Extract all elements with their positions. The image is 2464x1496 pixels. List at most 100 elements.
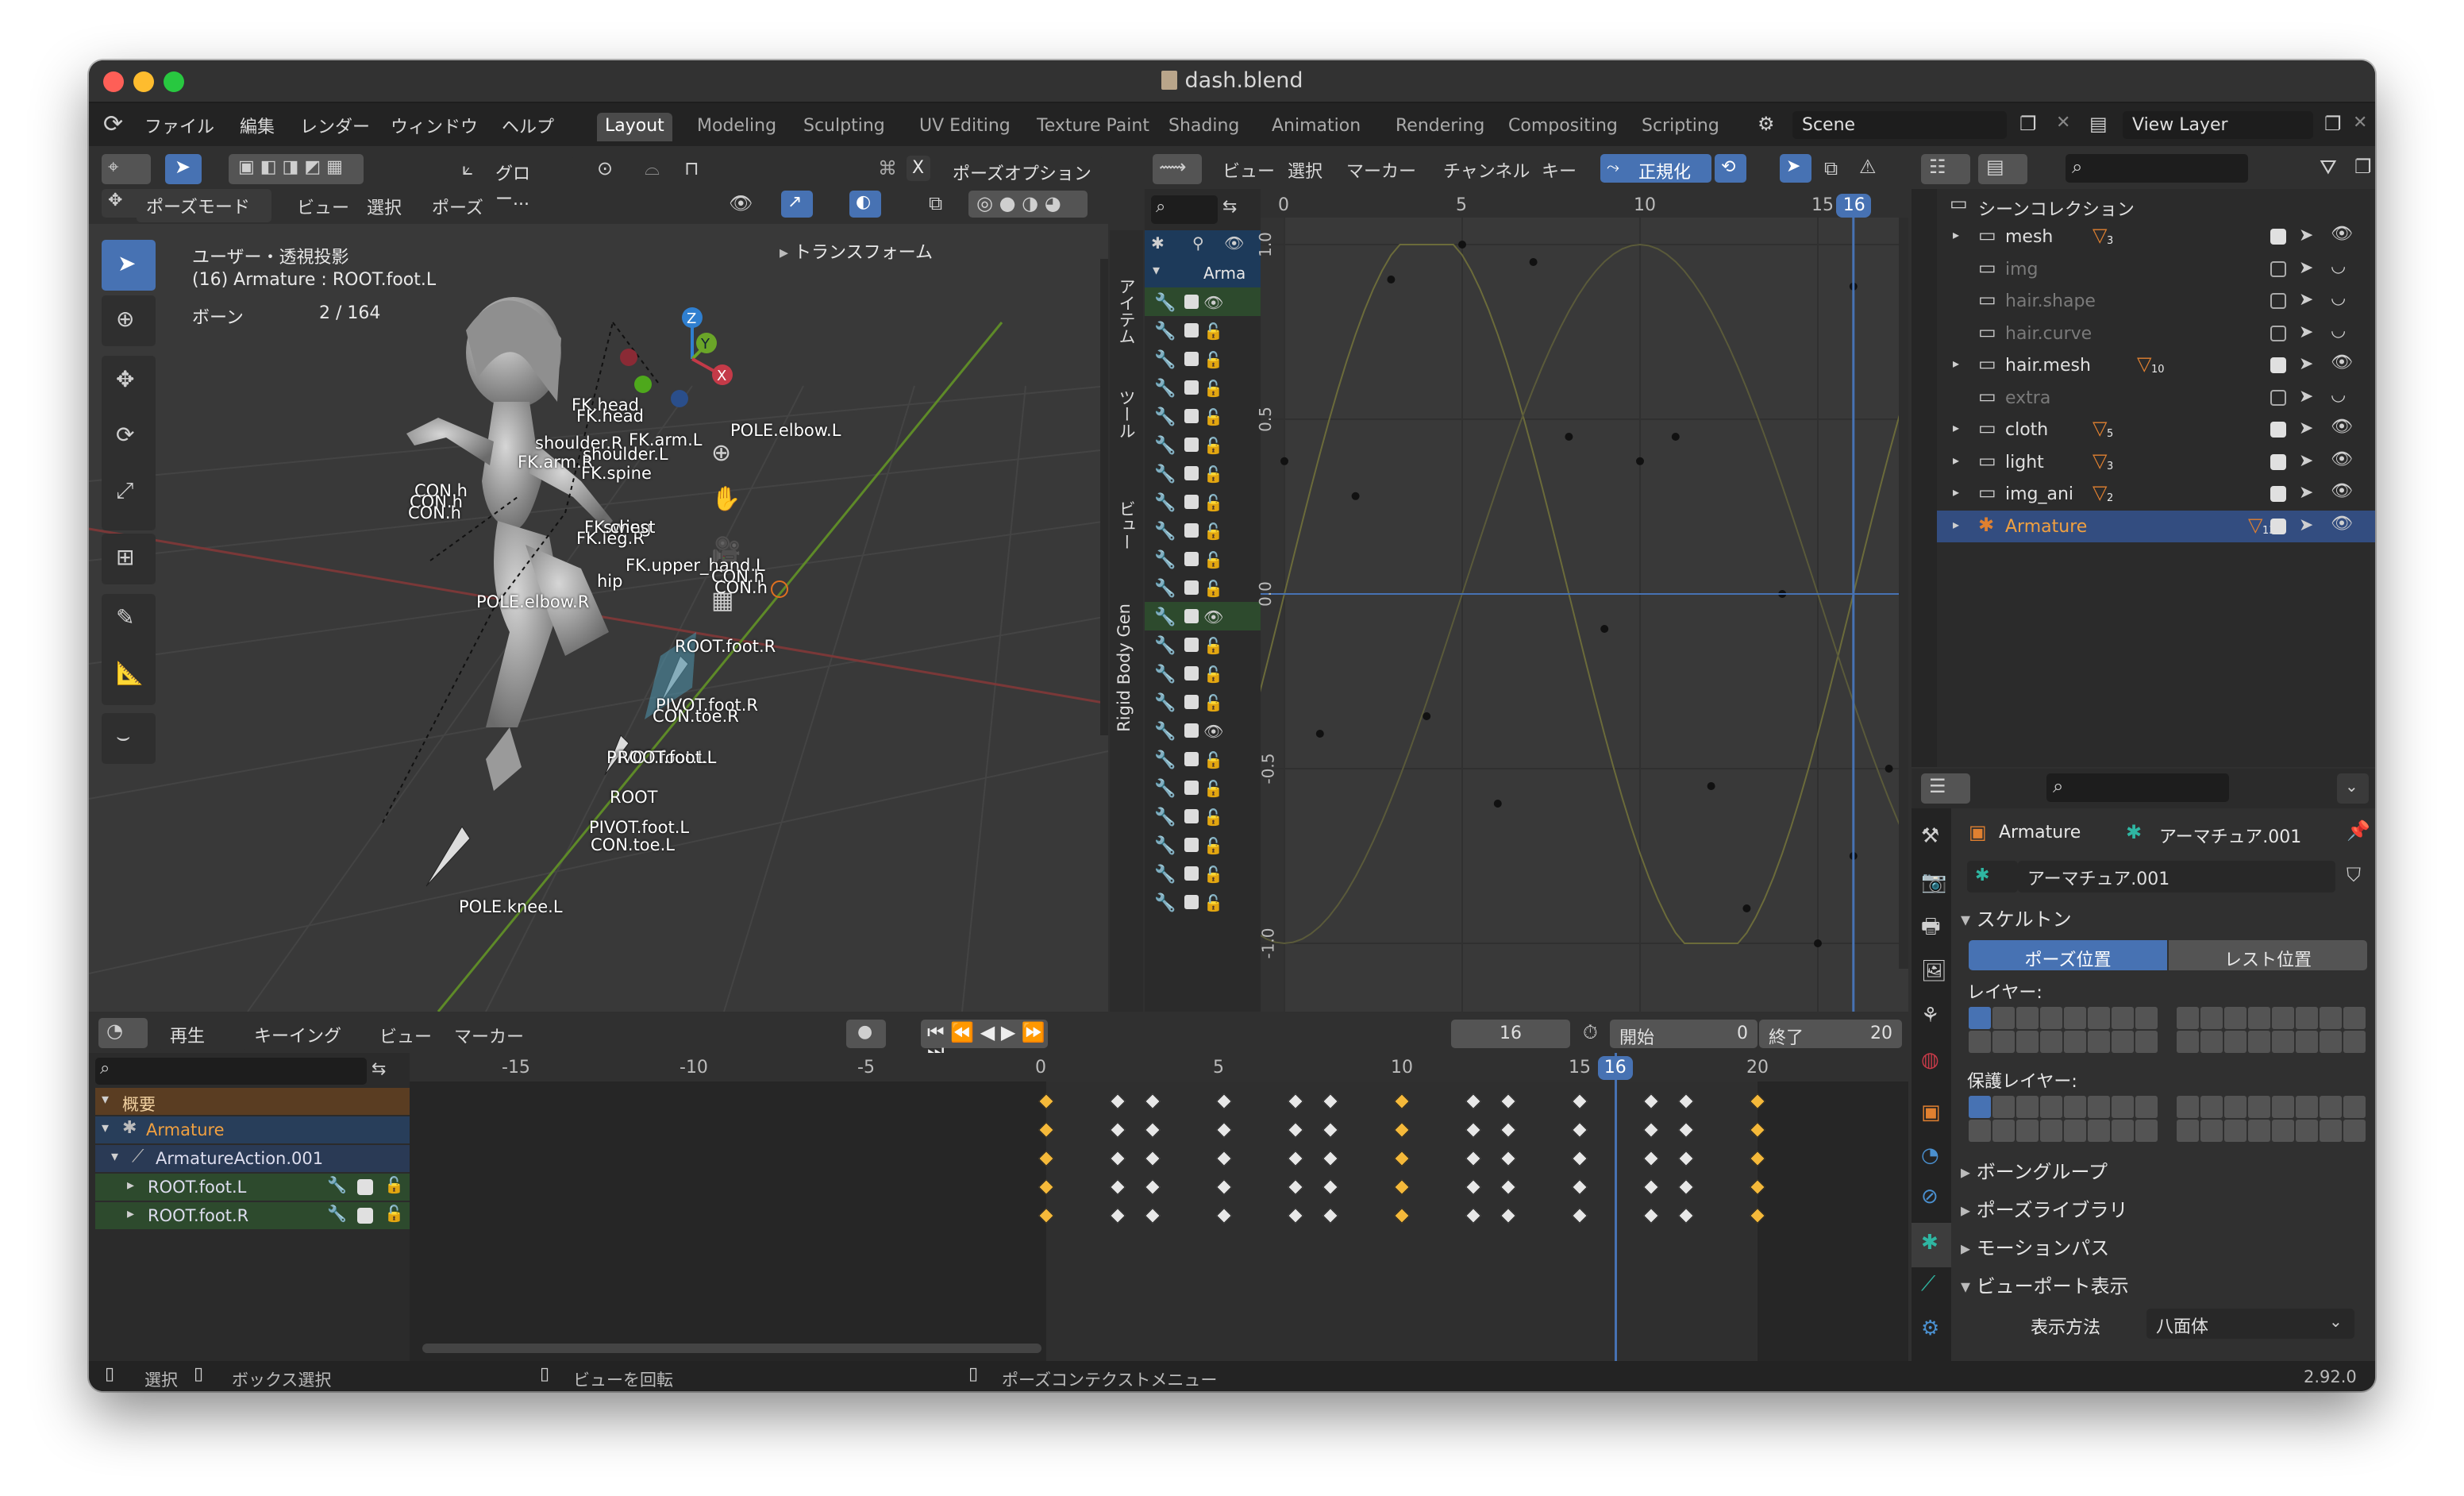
eye-icon[interactable]: 👁: [2331, 226, 2353, 243]
lock-icon[interactable]: 🔓: [1203, 522, 1223, 541]
dope-current-frame-badge[interactable]: 16: [1597, 1056, 1633, 1080]
layer-cell[interactable]: [1969, 1031, 1991, 1053]
exclude-checkbox[interactable]: [2270, 229, 2286, 245]
channel-checkbox[interactable]: [1184, 295, 1199, 309]
outliner-row[interactable]: ▭ hair.shape ➤ ◡: [1912, 285, 2375, 317]
bone-label[interactable]: ROOT.foot.L: [618, 748, 716, 767]
timeline-menu-marker[interactable]: マーカー: [454, 1023, 524, 1048]
bone-label[interactable]: CON.h: [408, 503, 461, 522]
bone-label[interactable]: CON.toe.R: [653, 707, 739, 726]
lock-icon[interactable]: 🔓: [384, 1177, 404, 1193]
layer-cell[interactable]: [2296, 1031, 2318, 1053]
layer-cell[interactable]: [2088, 1007, 2110, 1029]
curve-keyframe[interactable]: [1707, 782, 1715, 790]
exclude-checkbox[interactable]: [2270, 357, 2286, 373]
lock-icon[interactable]: 🔓: [1203, 579, 1223, 598]
selectable-arrow-icon[interactable]: ➤: [2299, 516, 2313, 534]
pin-icon[interactable]: 📌: [2347, 821, 2370, 840]
expand-arrow-icon[interactable]: ▸: [1953, 518, 1959, 531]
channel-checkbox[interactable]: [1184, 838, 1199, 852]
keyframe[interactable]: [1500, 1122, 1517, 1138]
layer-cell[interactable]: [2088, 1096, 2110, 1118]
layer-cell[interactable]: [2272, 1007, 2294, 1029]
filter-icon[interactable]: ⛛: [2320, 157, 2337, 178]
expand-arrow-icon[interactable]: ▸: [1953, 422, 1959, 434]
graph-channel-search[interactable]: ⌕: [1151, 195, 1218, 224]
rest-position-button[interactable]: レスト位置: [2169, 940, 2367, 970]
dope-channel-group[interactable]: ▸ ROOT.foot.L 🔧 🔓: [95, 1174, 410, 1201]
modifier-tab-icon[interactable]: ◔: [1921, 1145, 1939, 1166]
channel-checkbox[interactable]: [1184, 723, 1199, 738]
layer-cell[interactable]: [2272, 1120, 2294, 1142]
layer-cell[interactable]: [1992, 1007, 2015, 1029]
layer-cell[interactable]: [2200, 1120, 2223, 1142]
selectable-arrow-icon[interactable]: ➤: [2299, 356, 2313, 373]
layer-cell[interactable]: [2064, 1120, 2086, 1142]
channel-checkbox[interactable]: [357, 1179, 373, 1195]
channel-checkbox[interactable]: [1184, 866, 1199, 881]
curve-keyframe[interactable]: [1636, 457, 1644, 465]
channel-checkbox[interactable]: [1184, 323, 1199, 337]
normalize-toggle[interactable]: ⤳ 正規化: [1600, 154, 1711, 183]
layer-cell[interactable]: [2112, 1120, 2134, 1142]
view-layer-field[interactable]: View Layer: [2123, 111, 2313, 139]
bone-label[interactable]: POLE.elbow.R: [476, 592, 589, 611]
bone-label[interactable]: FK.arm.L: [629, 430, 703, 449]
dope-key-area[interactable]: -15 -10 -5 0 5 10 15 20 16: [410, 1053, 1908, 1361]
keyframe[interactable]: [1500, 1179, 1517, 1195]
keyframe[interactable]: [1322, 1151, 1339, 1166]
bone-label[interactable]: hip: [597, 572, 622, 591]
exclude-checkbox[interactable]: [2270, 486, 2286, 502]
selectable-arrow-icon[interactable]: ➤: [2299, 259, 2313, 277]
expand-arrow-icon[interactable]: ▸: [1953, 453, 1959, 467]
armature-data-tab[interactable]: ✱: [1912, 1223, 1951, 1267]
keyframe[interactable]: [1145, 1122, 1161, 1138]
preview-range-icon[interactable]: ⏱: [1583, 1023, 1598, 1042]
tab-rendering[interactable]: Rendering: [1388, 113, 1492, 141]
curve-keyframe[interactable]: [1565, 433, 1573, 441]
layer-cell[interactable]: [2112, 1007, 2134, 1029]
bone-label[interactable]: POLE.knee.L: [459, 897, 563, 916]
viewport-display-panel[interactable]: ▾ ビューポート表示: [1961, 1270, 2129, 1298]
tab-layout[interactable]: Layout: [597, 113, 672, 141]
layer-cell[interactable]: [2320, 1007, 2342, 1029]
graph-curve-area[interactable]: [1261, 189, 1899, 1012]
lock-icon[interactable]: 🔓: [1203, 893, 1223, 912]
layer-cell[interactable]: [2177, 1120, 2199, 1142]
eye-icon[interactable]: ◡: [2331, 257, 2346, 276]
layer-cell[interactable]: [2112, 1096, 2134, 1118]
keyframe[interactable]: [1322, 1208, 1339, 1224]
properties-editor[interactable]: ☰ ⌕ ⌄ ⚒ 📷 🖶 🖼 ⚘ ◍ ▣ ◔ ⊘ ✱ ⟋ ⚙ ▣ Armature…: [1912, 769, 2375, 1361]
playback-menu[interactable]: 再生: [160, 1018, 240, 1051]
layer-cell[interactable]: [2200, 1007, 2223, 1029]
keyframe[interactable]: [1394, 1179, 1410, 1195]
curve-keyframe[interactable]: [1493, 800, 1502, 808]
curve-keyframe[interactable]: [1529, 258, 1538, 266]
constraint-tab-icon[interactable]: ⊘: [1921, 1186, 1938, 1207]
lock-icon[interactable]: 🔓: [1203, 779, 1223, 798]
pin-icon[interactable]: ⚲: [1192, 235, 1204, 251]
display-mode[interactable]: ▤: [1978, 154, 2027, 184]
curve-keyframe[interactable]: [1742, 904, 1751, 912]
tab-view[interactable]: ビュー: [1115, 500, 1138, 550]
current-frame-field[interactable]: 16: [1451, 1020, 1570, 1048]
outliner-row[interactable]: ▸ ▭ hair.mesh ▽ 10 ➤ 👁: [1912, 349, 2375, 381]
keyframe[interactable]: [1322, 1179, 1339, 1195]
outliner-row[interactable]: ▸ ✱ Armature ▽ 13 ➤ 👁: [1912, 510, 2375, 542]
scene-field[interactable]: Scene: [1792, 111, 2007, 139]
keyframe[interactable]: [1465, 1151, 1481, 1166]
view-layer-tab-icon[interactable]: 🖼: [1921, 961, 1947, 981]
graph-channel-armature[interactable]: ▾ Arma: [1145, 259, 1261, 287]
outliner-row[interactable]: ▭ hair.curve ➤ ◡: [1912, 318, 2375, 349]
layer-cell[interactable]: [2016, 1007, 2039, 1029]
keyframe[interactable]: [1109, 1093, 1126, 1109]
lock-icon[interactable]: 🔓: [1203, 322, 1223, 341]
graph-menu-channel[interactable]: チャンネル: [1443, 157, 1530, 183]
lock-icon[interactable]: 🔓: [1203, 636, 1223, 655]
curve-keyframe[interactable]: [1814, 939, 1822, 947]
bone-label[interactable]: ROOT.foot.R: [675, 637, 776, 656]
lock-icon[interactable]: 🔓: [384, 1205, 404, 1221]
eye-icon[interactable]: ◡: [2331, 386, 2346, 404]
selectable-arrow-icon[interactable]: ➤: [2299, 291, 2313, 309]
selectable-arrow-icon[interactable]: ➤: [2299, 420, 2313, 438]
